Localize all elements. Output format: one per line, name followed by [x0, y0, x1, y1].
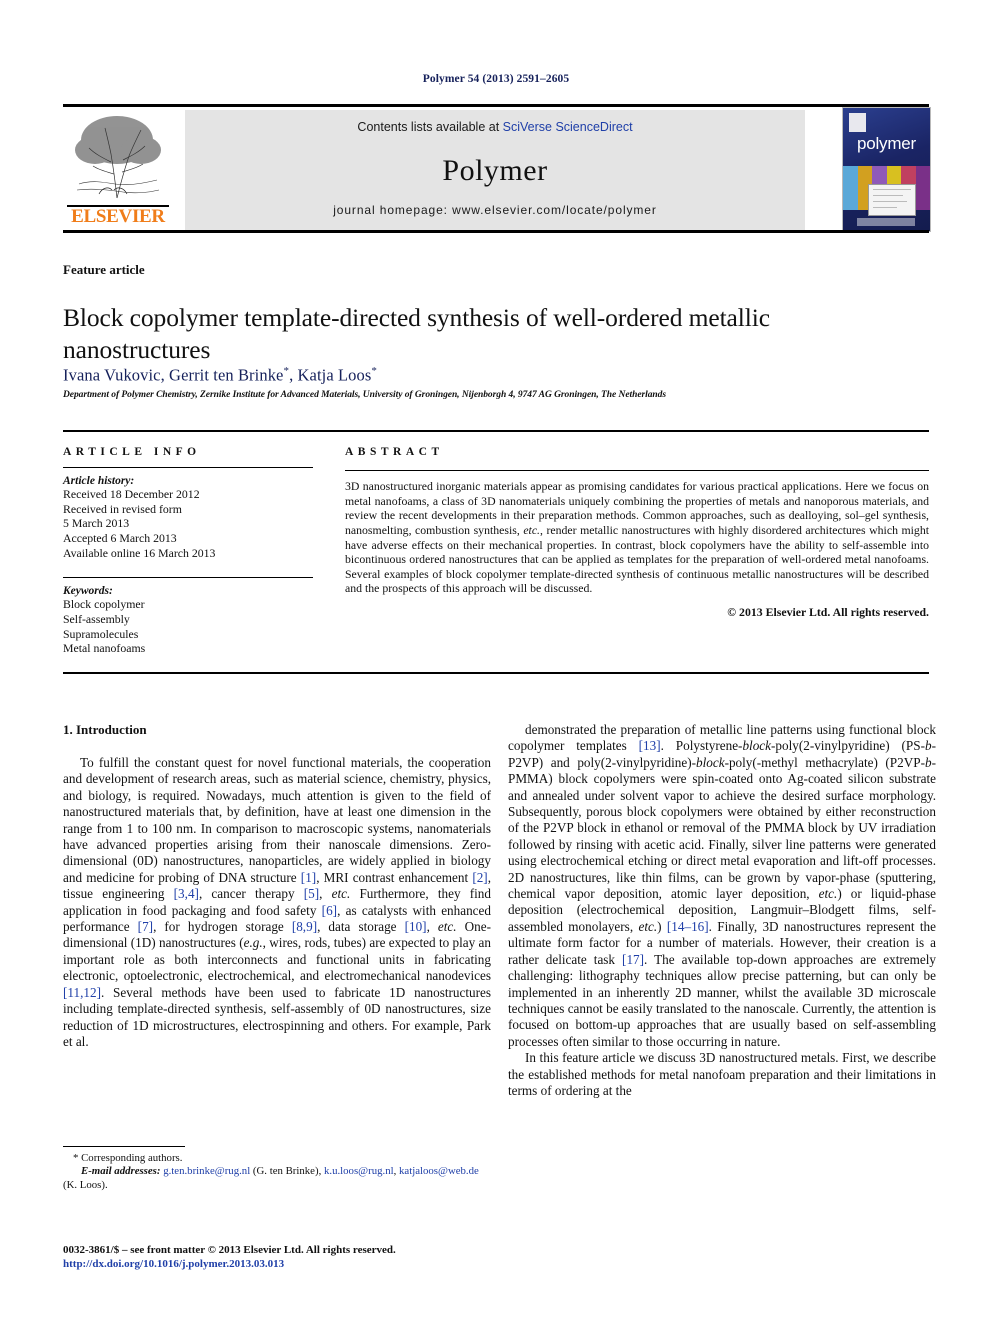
info-band-bottom-rule — [63, 672, 929, 674]
article-info-divider — [63, 467, 313, 469]
article-info-heading: ARTICLE INFO — [63, 446, 201, 458]
article-page: Polymer 54 (2013) 2591–2605 ELSEVIER Con… — [0, 0, 992, 1323]
body-column-right: demonstrated the preparation of metallic… — [508, 722, 936, 1099]
keyword-item: Metal nanofoams — [63, 641, 146, 656]
elsevier-logo: ELSEVIER — [63, 110, 173, 230]
article-history-item: Available online 16 March 2013 — [63, 545, 216, 560]
body-paragraph: To fulfill the constant quest for novel … — [63, 755, 491, 1049]
contents-prefix: Contents lists available at — [357, 120, 503, 134]
masthead-top-rule — [63, 104, 929, 107]
issn-front-matter: 0032-3861/$ – see front matter © 2013 El… — [63, 1244, 396, 1256]
page-title: Block copolymer template-directed synthe… — [63, 303, 770, 365]
section-title-introduction: 1. Introduction — [63, 722, 147, 737]
journal-cover-thumbnail: polymer — [842, 107, 931, 232]
abstract-column: ABSTRACT 3D nanostructured inorganic mat… — [345, 446, 929, 620]
cover-inset-figure — [868, 184, 916, 216]
abstract-heading: ABSTRACT — [345, 446, 444, 458]
journal-band: Contents lists available at SciVerse Sci… — [185, 110, 805, 230]
masthead-bottom-rule — [63, 230, 929, 233]
doi-link[interactable]: http://dx.doi.org/10.1016/j.polymer.2013… — [63, 1257, 533, 1271]
footnote-block: * Corresponding authors. E-mail addresse… — [63, 1152, 491, 1192]
article-history-item: Accepted 6 March 2013 — [63, 530, 177, 545]
article-history-item: Received 18 December 2012 — [63, 487, 200, 502]
cover-elsevier-icon — [849, 113, 866, 132]
article-info-column: ARTICLE INFO Article history: Received 1… — [63, 446, 313, 656]
keyword-item: Self-assembly — [63, 611, 130, 626]
author-affiliation: Department of Polymer Chemistry, Zernike… — [63, 390, 666, 400]
keyword-item: Block copolymer — [63, 597, 145, 612]
abstract-text: 3D nanostructured inorganic materials ap… — [345, 479, 930, 596]
tree-illustration-svg — [75, 116, 161, 199]
email-addresses-label: E-mail addresses: — [81, 1165, 161, 1178]
elsevier-tree-icon — [65, 110, 171, 206]
abstract-copyright: © 2013 Elsevier Ltd. All rights reserved… — [727, 604, 929, 619]
info-band-top-rule — [63, 430, 929, 432]
contents-list-line: Contents lists available at SciVerse Sci… — [185, 120, 805, 134]
footnote-divider — [63, 1146, 185, 1148]
article-history-item: 5 March 2013 — [63, 516, 130, 531]
cover-footer-band — [857, 218, 915, 226]
email-addresses-note: E-mail addresses: g.ten.brinke@rug.nl (G… — [63, 1165, 491, 1192]
cover-title: polymer — [856, 134, 917, 153]
body-paragraph: demonstrated the preparation of metallic… — [508, 722, 936, 1049]
article-history-item: Received in revised form — [63, 501, 182, 516]
corresponding-authors-note: * Corresponding authors. — [73, 1152, 183, 1164]
journal-homepage[interactable]: journal homepage: www.elsevier.com/locat… — [185, 203, 805, 217]
elsevier-wordmark: ELSEVIER — [71, 206, 165, 227]
running-head: Polymer 54 (2013) 2591–2605 — [422, 73, 570, 85]
keyword-item: Supramolecules — [63, 626, 139, 641]
keywords-label: Keywords: — [63, 585, 113, 598]
front-matter-block: 0032-3861/$ – see front matter © 2013 El… — [63, 1243, 533, 1271]
article-history-label: Article history: — [63, 475, 135, 488]
body-paragraph: In this feature article we discuss 3D na… — [508, 1050, 936, 1098]
feature-article-label: Feature article — [63, 262, 145, 277]
journal-masthead: ELSEVIER Contents lists available at Sci… — [63, 104, 931, 233]
body-column-left: 1. Introduction To fulfill the constant … — [63, 722, 491, 1050]
abstract-divider — [345, 470, 929, 472]
journal-title: Polymer — [442, 154, 548, 187]
keywords-divider — [63, 577, 313, 579]
author-list: Ivana Vukovic, Gerrit ten Brinke*, Katja… — [63, 365, 377, 385]
sciencedirect-link[interactable]: SciVerse ScienceDirect — [503, 120, 633, 134]
